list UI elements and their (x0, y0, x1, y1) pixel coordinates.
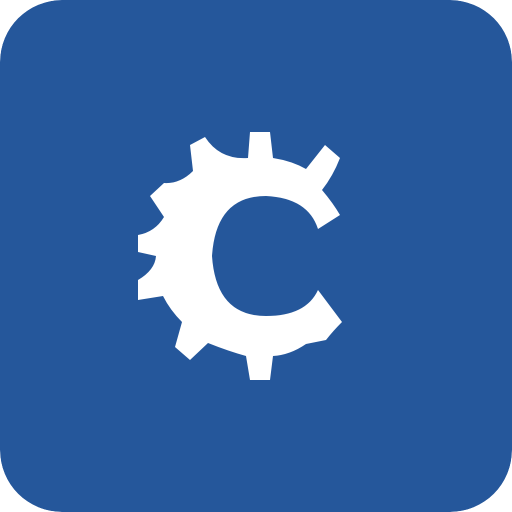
app-icon-tile[interactable] (0, 0, 512, 512)
app-icon-background (0, 0, 512, 512)
app-icon-svg (0, 0, 512, 512)
